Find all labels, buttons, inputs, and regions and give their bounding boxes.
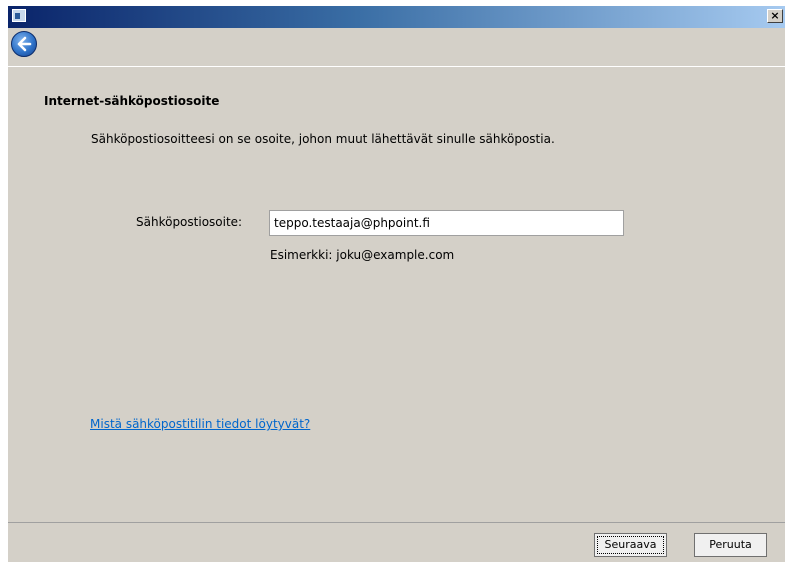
back-arrow-icon [17, 36, 32, 52]
page-heading: Internet-sähköpostiosoite [44, 94, 220, 108]
wizard-content: Internet-sähköpostiosoite Sähköpostiosoi… [8, 66, 785, 522]
email-label: Sähköpostiosoite: [136, 215, 243, 229]
wizard-window: × Internet-sähköpostiosoite Sähköpostios… [8, 6, 785, 562]
help-link[interactable]: Mistä sähköpostitilin tiedot löytyvät? [90, 417, 310, 431]
title-bar[interactable]: × [8, 6, 785, 28]
close-icon: × [770, 9, 780, 22]
back-button[interactable] [11, 31, 37, 57]
email-input[interactable] [269, 210, 624, 236]
navigation-bar [8, 28, 785, 66]
cancel-button[interactable]: Peruuta [694, 533, 767, 557]
button-bar: Seuraava Peruuta [8, 522, 785, 562]
email-example-hint: Esimerkki: joku@example.com [270, 248, 455, 262]
page-description: Sähköpostiosoitteesi on se osoite, johon… [91, 132, 555, 146]
next-button[interactable]: Seuraava [594, 533, 667, 557]
app-icon [12, 9, 26, 22]
close-button[interactable]: × [767, 9, 783, 23]
